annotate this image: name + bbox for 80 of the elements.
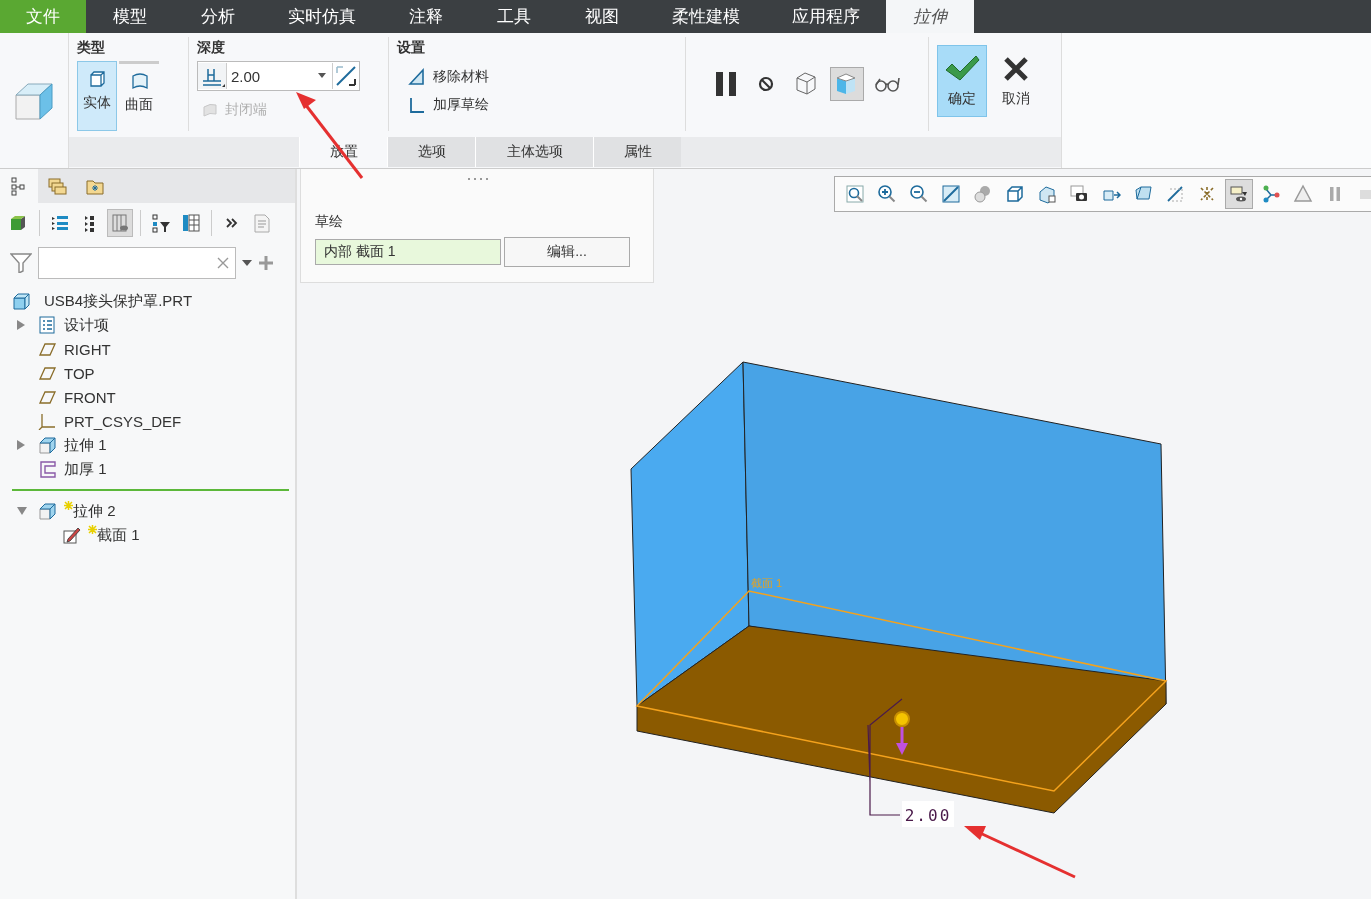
menu-tab[interactable]: 工具 [470,0,558,33]
filter-eye-icon [1229,184,1249,204]
menu-tab[interactable]: 柔性建模 [646,0,766,33]
sketch-label: 草绘 [315,213,344,231]
menu-tab[interactable]: 视图 [558,0,646,33]
document-icon [252,213,272,233]
tree-item[interactable]: TOP [64,364,95,382]
plane-icon [38,364,58,382]
tree-item[interactable]: 截面 1 [97,525,140,545]
tree-item[interactable]: 设计项 [64,315,109,335]
shading-icon [973,184,993,204]
type-button[interactable]: 曲面 [119,61,159,131]
cancel-button[interactable]: 取消 [991,45,1041,117]
tree-item[interactable]: 拉伸 2 [73,501,116,521]
sketch-icon [62,526,82,544]
edit-button[interactable]: 编辑... [504,237,630,267]
menu-tab[interactable]: 实时仿真 [262,0,382,33]
thicken-sketch-icon [407,95,427,115]
double-chevron-icon [225,216,239,230]
panel-tab[interactable]: 属性 [593,137,681,167]
zoom-in-icon [877,184,897,204]
surface-icon [129,70,149,90]
grip-icon[interactable] [467,177,489,181]
columns-icon [110,213,130,233]
plane-icon [38,388,58,406]
menu-tab[interactable]: 拉伸 [886,0,974,33]
menu-tab[interactable]: 模型 [86,0,174,33]
plus-icon[interactable] [258,255,274,271]
group-title: 类型 [77,39,106,57]
sketch-field[interactable]: 内部 截面 1 [315,239,501,265]
expand-arrow-icon[interactable] [16,439,26,451]
plane-icon [38,340,58,358]
sketch-label: 截面 1 [751,577,783,589]
drag-handle-icon[interactable] [894,711,910,755]
panel-tab[interactable]: 选项 [387,137,475,167]
remove-material-toggle[interactable]: 移除材料 [397,65,499,89]
layers-icon [47,176,67,196]
tree-filter-icon [151,213,171,233]
zoom-out-icon [909,184,929,204]
tree-item[interactable]: 加厚 1 [64,459,107,479]
nodes-icon [1261,184,1281,204]
plane-icon [1165,184,1185,204]
list-icon [38,316,58,334]
menu-tab[interactable]: 应用程序 [766,0,886,33]
remove-material-icon [407,67,427,87]
cap-ends-icon [201,102,219,118]
clear-icon[interactable] [217,257,229,269]
camera-icon [1069,184,1089,204]
zoom-fit-icon [845,184,865,204]
tree-item[interactable]: USB4接头保护罩.PRT [44,291,193,311]
group-title: 深度 [197,39,226,57]
part-icon [12,292,32,310]
box-icon [87,68,107,88]
coordinate-axes-icon [38,412,58,430]
type-button[interactable]: 实体 [77,61,117,131]
table-icon [181,213,201,233]
triangle-icon [1293,184,1313,204]
tree-tab[interactable] [0,169,38,203]
tree-item[interactable]: 拉伸 1 [64,435,107,455]
thicken-sketch-toggle[interactable]: 加厚草绘 [397,93,499,117]
panel-tab[interactable]: 主体选项 [475,137,593,167]
thicken-icon [38,460,58,478]
tree-item[interactable]: RIGHT [64,340,111,358]
dimension-value[interactable]: 2.00 [902,801,954,827]
list-icon [50,213,70,233]
confirm-button[interactable]: 确定 [937,45,987,117]
group-title: 设置 [397,39,425,57]
filter-eye-button[interactable] [1225,179,1253,209]
filter-icon[interactable] [10,253,32,273]
search-field[interactable] [38,247,236,279]
expand-arrow-icon[interactable] [16,319,26,331]
extrude-cube-icon [14,80,54,121]
preview-button[interactable] [830,67,864,101]
repaint-icon [941,184,961,204]
caret-icon[interactable] [242,259,252,267]
tree-item[interactable]: PRT_CSYS_DEF [64,412,182,430]
collapse-arrow-icon[interactable] [16,506,28,516]
menu-tab[interactable]: 分析 [174,0,262,33]
menu-tab[interactable]: 注释 [382,0,470,33]
tree-item[interactable]: FRONT [64,388,116,406]
